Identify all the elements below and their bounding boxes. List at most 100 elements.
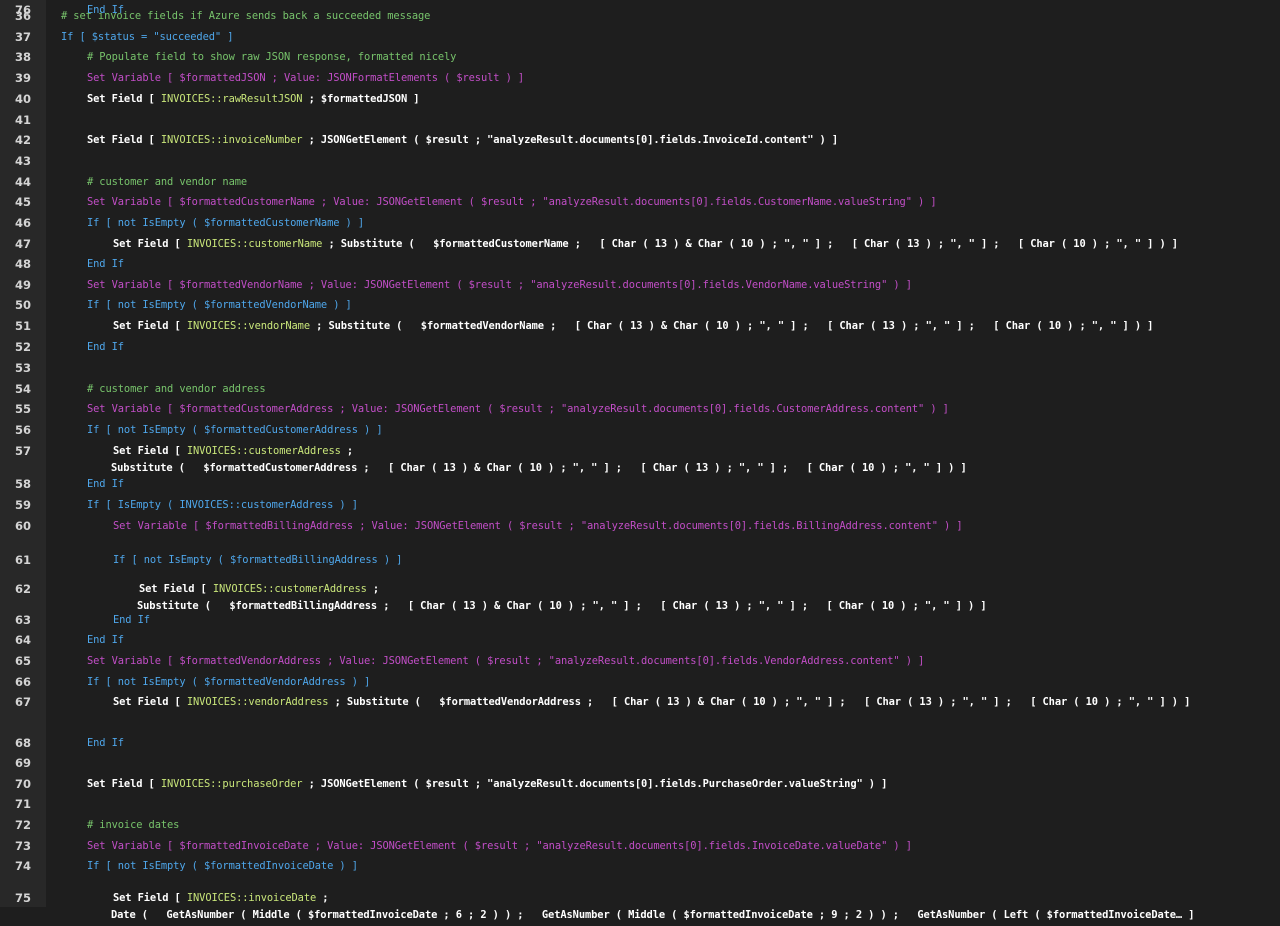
line-number: 62 (14, 582, 31, 596)
script-line[interactable]: 55 Set Variable [ $formattedCustomerAddre… (0, 399, 1280, 419)
step-text: ; Substitute ( $formattedVendorAddress ;… (328, 696, 1191, 708)
set-variable-step: Set Variable [ $formattedVendorAddress ;… (87, 655, 925, 667)
line-number: 59 (14, 498, 31, 512)
control-step: End If (113, 614, 150, 626)
script-line[interactable]: 37 If [ $status = "succeeded" ] (0, 27, 1280, 47)
line-number: 58 (14, 477, 31, 491)
script-line[interactable]: 58 End If (0, 474, 1280, 494)
step-text: ; JSONGetElement ( $result ; "analyzeRes… (302, 778, 888, 790)
script-line[interactable]: 71 (0, 794, 1280, 814)
line-number: 63 (14, 613, 31, 627)
set-field-step: Set Field [ INVOICES::vendorName ; Subst… (113, 316, 1153, 336)
set-field-step: Set Field [ INVOICES::vendorAddress ; Su… (113, 692, 1190, 712)
step-text: ; (366, 583, 380, 595)
line-number: 46 (14, 216, 31, 230)
script-line[interactable]: 45 Set Variable [ $formattedCustomerName … (0, 192, 1280, 212)
line-number: 37 (14, 30, 31, 44)
step-text: Set Field [ (139, 583, 213, 595)
script-line[interactable]: 38 # Populate field to show raw JSON resp… (0, 47, 1280, 67)
field-reference: INVOICES::vendorName (186, 320, 310, 332)
step-text: Set Field [ (87, 778, 161, 790)
step-text: Set Field [ (113, 892, 187, 904)
script-line[interactable]: 54 # customer and vendor address (0, 379, 1280, 399)
set-variable-step: Set Variable [ $formattedVendorName ; Va… (87, 279, 912, 291)
script-line[interactable]: 50 If [ not IsEmpty ( $formattedVendorNam… (0, 295, 1280, 315)
step-continuation: Date ( GetAsNumber ( Middle ( $formatted… (111, 909, 1195, 921)
set-variable-step: Set Variable [ $formattedJSON ; Value: J… (87, 72, 525, 84)
set-variable-step: Set Variable [ $formattedCustomerName ; … (87, 196, 937, 208)
script-line[interactable]: 65 Set Variable [ $formattedVendorAddress… (0, 651, 1280, 671)
line-number: 71 (14, 797, 31, 811)
line-number: 69 (14, 756, 31, 770)
control-step: If [ not IsEmpty ( $formattedCustomerAdd… (87, 424, 383, 436)
script-line[interactable]: 61 If [ not IsEmpty ( $formattedBillingAd… (0, 550, 1280, 570)
control-step: If [ not IsEmpty ( $formattedVendorName … (87, 299, 352, 311)
script-line[interactable]: 53 (0, 358, 1280, 378)
step-text: ; JSONGetElement ( $result ; "analyzeRes… (302, 134, 839, 146)
script-line[interactable]: 43 (0, 151, 1280, 171)
line-number: 50 (14, 298, 31, 312)
field-reference: INVOICES::customerAddress (186, 445, 341, 457)
script-line[interactable]: 49 Set Variable [ $formattedVendorName ; … (0, 275, 1280, 295)
script-line[interactable]: 76 End If (0, 0, 1280, 20)
step-text: Set Field [ (113, 445, 187, 457)
line-number: 60 (14, 519, 31, 533)
script-line[interactable]: 67 Set Field [ INVOICES::vendorAddress ; … (0, 692, 1280, 712)
step-text: Set Field [ (113, 320, 187, 332)
script-line[interactable]: 66 If [ not IsEmpty ( $formattedVendorAdd… (0, 672, 1280, 692)
field-reference: INVOICES::invoiceDate (186, 892, 317, 904)
script-line[interactable]: 44 # customer and vendor name (0, 172, 1280, 192)
script-line[interactable]: 56 If [ not IsEmpty ( $formattedCustomerA… (0, 420, 1280, 440)
script-line[interactable]: 46 If [ not IsEmpty ( $formattedCustomerN… (0, 213, 1280, 233)
script-editor[interactable]: 36 # set invoice fields if Azure sends ba… (0, 0, 1280, 921)
line-number: 73 (14, 839, 31, 853)
line-number: 49 (14, 278, 31, 292)
comment-step: # customer and vendor address (87, 383, 266, 395)
script-line[interactable]: 68 End If (0, 733, 1280, 753)
script-line[interactable]: 60 Set Variable [ $formattedBillingAddres… (0, 516, 1280, 536)
field-reference: INVOICES::vendorAddress (186, 696, 329, 708)
script-line[interactable]: 73 Set Variable [ $formattedInvoiceDate ;… (0, 836, 1280, 856)
line-number: 45 (14, 195, 31, 209)
script-line[interactable]: 48 End If (0, 254, 1280, 274)
script-line[interactable]: 59 If [ IsEmpty ( INVOICES::customerAddre… (0, 495, 1280, 515)
line-number: 44 (14, 175, 31, 189)
line-number: 48 (14, 257, 31, 271)
script-line[interactable]: 69 (0, 753, 1280, 773)
script-line[interactable]: 39 Set Variable [ $formattedJSON ; Value:… (0, 68, 1280, 88)
control-step: End If (87, 634, 124, 646)
script-line[interactable]: 42 Set Field [ INVOICES::invoiceNumber ; … (0, 130, 1280, 150)
script-line[interactable]: 64 End If (0, 630, 1280, 650)
line-number: 51 (14, 319, 31, 333)
comment-step: # customer and vendor name (87, 176, 248, 188)
control-step: End If (87, 4, 124, 16)
line-number: 68 (14, 736, 31, 750)
line-number: 38 (14, 50, 31, 64)
script-line[interactable]: 72 # invoice dates (0, 815, 1280, 835)
step-text: ; Substitute ( $formattedVendorName ; [ … (310, 320, 1154, 332)
script-line[interactable]: 52 End If (0, 337, 1280, 357)
line-number: 64 (14, 633, 31, 647)
script-line[interactable]: 63 End If (0, 610, 1280, 630)
control-step: If [ not IsEmpty ( $formattedBillingAddr… (113, 554, 403, 566)
comment-step: # invoice dates (87, 819, 180, 831)
line-number: 57 (14, 444, 31, 458)
control-step: If [ not IsEmpty ( $formattedCustomerNam… (87, 217, 365, 229)
line-number: 41 (14, 113, 31, 127)
step-text: ; (316, 892, 329, 904)
control-step: End If (87, 478, 124, 490)
control-step: End If (87, 341, 124, 353)
step-text: Set Field [ (87, 134, 161, 146)
script-line[interactable]: 74 If [ not IsEmpty ( $formattedInvoiceDa… (0, 856, 1280, 876)
line-number: 74 (14, 859, 31, 873)
script-line[interactable]: 75 Set Field [ INVOICES::invoiceDate ;Dat… (0, 888, 1280, 926)
script-line[interactable]: 40 Set Field [ INVOICES::rawResultJSON ; … (0, 89, 1280, 109)
step-text: Set Field [ (87, 93, 161, 105)
line-number: 75 (14, 891, 31, 905)
control-step: If [ not IsEmpty ( $formattedInvoiceDate… (87, 860, 358, 872)
set-field-step: Set Field [ INVOICES::invoiceNumber ; JS… (87, 130, 838, 150)
script-line[interactable]: 51 Set Field [ INVOICES::vendorName ; Sub… (0, 316, 1280, 336)
script-line[interactable]: 70 Set Field [ INVOICES::purchaseOrder ; … (0, 774, 1280, 794)
script-line[interactable]: 41 (0, 110, 1280, 130)
script-line[interactable]: 47 Set Field [ INVOICES::customerName ; S… (0, 234, 1280, 254)
